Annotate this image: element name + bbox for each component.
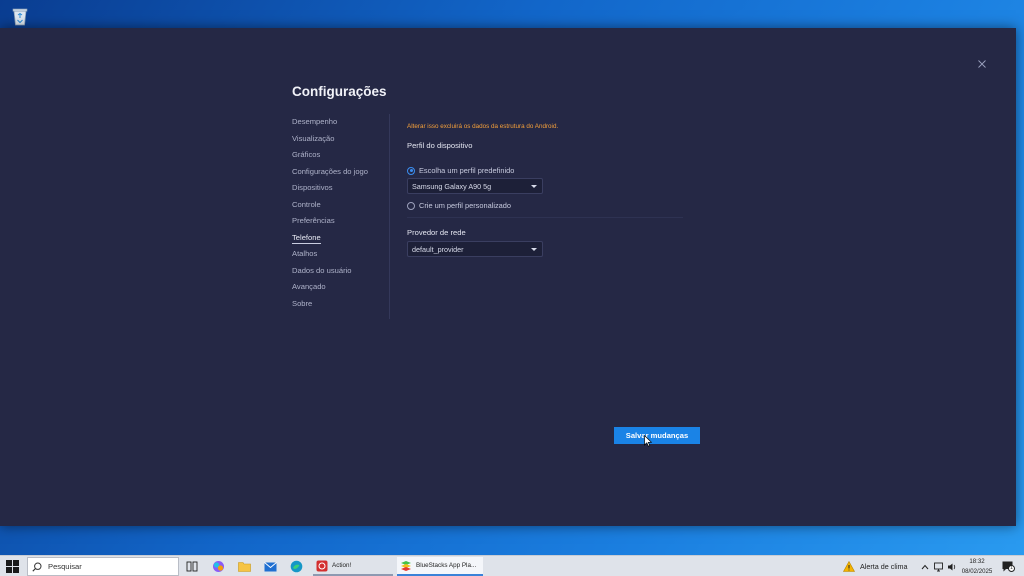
mouse-cursor-icon — [644, 434, 653, 452]
sidebar-item-desempenho[interactable]: Desempenho — [292, 114, 384, 131]
sidebar-item-label: Sobre — [292, 298, 313, 308]
sidebar-item-sobre[interactable]: Sobre — [292, 296, 384, 313]
tray-overflow-icon[interactable] — [921, 556, 929, 576]
sidebar-item-label: Configurações do jogo — [292, 166, 368, 176]
taskbar-search-input[interactable]: Pesquisar — [27, 557, 179, 576]
sidebar-item-label: Visualização — [292, 133, 335, 143]
section-divider — [407, 217, 683, 218]
sidebar-item-visualizacao[interactable]: Visualização — [292, 131, 384, 148]
taskbar: Pesquisar Action! BlueStacks App Pla... … — [0, 555, 1024, 576]
mail-icon[interactable] — [263, 559, 278, 574]
sidebar-item-label: Desempenho — [292, 117, 338, 126]
sidebar-item-label: Dados do usuário — [292, 265, 352, 275]
device-profile-warning: Alterar isso excluirá os dados da estrut… — [407, 123, 559, 130]
sidebar-item-controle[interactable]: Controle — [292, 197, 384, 214]
task-view-icon[interactable] — [184, 559, 199, 574]
sidebar-item-label: Controle — [292, 199, 321, 209]
volume-icon[interactable] — [947, 556, 957, 576]
page-title: Configurações — [292, 84, 387, 99]
select-value: Samsung Galaxy A90 5g — [412, 181, 492, 191]
sidebar-item-telefone[interactable]: Telefone — [292, 230, 384, 247]
network-provider-select[interactable]: default_provider — [407, 241, 543, 257]
weather-widget[interactable]: Alerta de clima — [843, 556, 908, 576]
caret-down-icon — [531, 248, 537, 251]
device-profile-heading: Perfil do dispositivo — [407, 141, 473, 150]
radio-custom-profile[interactable]: Crie um perfil personalizado — [407, 201, 511, 210]
search-icon — [32, 561, 42, 572]
taskbar-clock[interactable]: 18:32 08/02/2025 — [958, 557, 996, 576]
search-placeholder: Pesquisar — [48, 562, 82, 571]
network-icon[interactable] — [934, 556, 945, 576]
sidebar-item-label: Atalhos — [292, 249, 318, 258]
caret-down-icon — [531, 185, 537, 188]
bluestacks-app-icon — [401, 560, 411, 571]
clock-date: 08/02/2025 — [961, 567, 993, 575]
sidebar-item-label: Gráficos — [292, 150, 321, 159]
file-explorer-icon[interactable] — [237, 559, 252, 574]
sidebar-item-dispositivos[interactable]: Dispositivos — [292, 180, 384, 197]
copilot-icon[interactable] — [211, 559, 226, 574]
sidebar-item-avancado[interactable]: Avançado — [292, 279, 384, 296]
sidebar-divider — [389, 114, 390, 319]
select-value: default_provider — [412, 244, 464, 254]
taskbar-app-label: Action! — [332, 562, 352, 569]
device-profile-select[interactable]: Samsung Galaxy A90 5g — [407, 178, 543, 194]
action-app-icon — [316, 560, 328, 571]
close-icon[interactable] — [973, 55, 991, 73]
radio-label: Crie um perfil personalizado — [419, 201, 512, 210]
sidebar-item-configuracoes-do-jogo[interactable]: Configurações do jogo — [292, 164, 384, 181]
taskbar-app-bluestacks[interactable]: BlueStacks App Pla... — [397, 557, 483, 576]
sidebar-item-atalhos[interactable]: Atalhos — [292, 246, 384, 263]
save-changes-button[interactable]: Salvar mudanças — [614, 427, 700, 444]
sidebar-item-graficos[interactable]: Gráficos — [292, 147, 384, 164]
sidebar-item-label: Avançado — [292, 282, 326, 291]
taskbar-app-action[interactable]: Action! — [313, 557, 393, 576]
network-provider-heading: Provedor de rede — [407, 228, 466, 237]
edge-browser-icon[interactable] — [289, 559, 304, 574]
notification-count-badge: 1 — [1008, 565, 1015, 572]
weather-label: Alerta de clima — [860, 562, 908, 571]
radio-predefined-profile[interactable]: Escolha um perfil predefinido — [407, 166, 514, 175]
sidebar-item-label: Preferências — [292, 216, 335, 225]
sidebar-item-label: Dispositivos — [292, 183, 333, 192]
taskbar-app-label: BlueStacks App Pla... — [416, 562, 477, 569]
recycle-bin-icon[interactable] — [9, 5, 31, 27]
sidebar-item-preferencias[interactable]: Preferências — [292, 213, 384, 230]
windows-start-icon[interactable] — [6, 560, 19, 573]
bluestacks-settings-window — [0, 28, 1016, 526]
radio-unchecked-icon — [407, 201, 415, 210]
radio-label: Escolha um perfil predefinido — [419, 166, 515, 175]
clock-time: 18:32 — [969, 558, 985, 565]
sidebar-item-label: Telefone — [292, 232, 321, 244]
radio-checked-icon — [407, 166, 415, 175]
weather-alert-icon — [843, 561, 855, 572]
settings-sidebar: Desempenho Visualização Gráficos Configu… — [292, 114, 384, 312]
notification-center-icon[interactable]: 1 — [1002, 556, 1015, 576]
sidebar-item-dados-do-usuario[interactable]: Dados do usuário — [292, 263, 384, 280]
